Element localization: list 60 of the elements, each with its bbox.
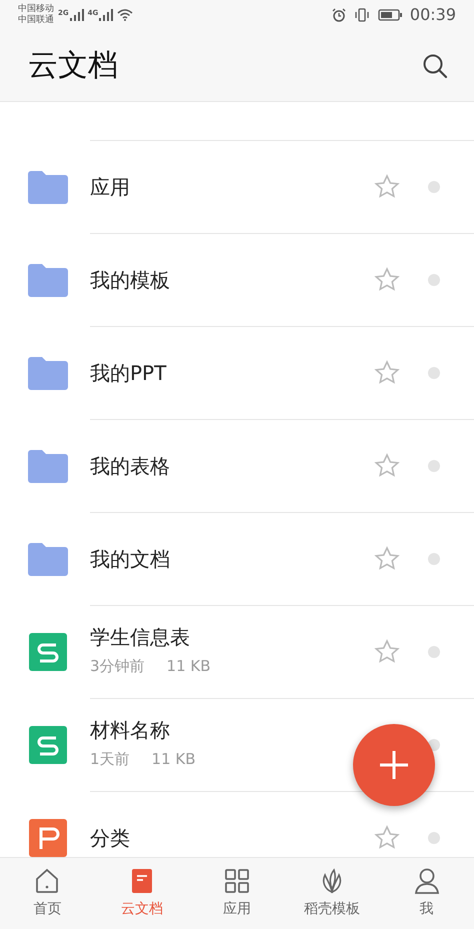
file-row[interactable]: 我的PPT xyxy=(0,326,474,419)
star-icon[interactable] xyxy=(374,824,400,850)
tab-item[interactable]: 首页 xyxy=(0,858,95,929)
star-icon[interactable] xyxy=(374,452,400,478)
more-dot[interactable] xyxy=(428,832,440,844)
star-icon[interactable] xyxy=(374,266,400,292)
tab-item[interactable]: 我 xyxy=(379,858,474,929)
person-icon xyxy=(412,867,441,895)
spreadsheet-icon xyxy=(29,726,67,764)
file-row[interactable]: 我的模板 xyxy=(0,233,474,326)
folder-icon xyxy=(28,542,68,576)
file-name: 我的表格 xyxy=(90,454,171,478)
folder-icon xyxy=(28,262,68,296)
file-name: 分类 xyxy=(90,826,131,850)
file-size: 11 KB xyxy=(166,656,211,678)
file-name: 材料名称 xyxy=(90,718,171,742)
grid-icon xyxy=(222,867,251,895)
star-icon[interactable] xyxy=(374,638,400,664)
star-icon[interactable] xyxy=(374,360,400,386)
search-button[interactable] xyxy=(422,52,448,78)
signal-icon xyxy=(70,9,84,21)
tab-item[interactable]: 稻壳模板 xyxy=(284,858,380,929)
carrier-name: 中国联通 xyxy=(18,15,54,26)
file-time: 1天前 xyxy=(90,749,130,770)
file-name: 学生信息表 xyxy=(90,625,191,650)
file-row[interactable]: 我的表格 xyxy=(0,419,474,512)
file-row[interactable]: 我的文档 xyxy=(0,512,474,605)
more-dot[interactable] xyxy=(428,180,440,192)
folder-icon xyxy=(28,170,68,204)
clock-time: 00:39 xyxy=(410,4,456,26)
file-name: 应用 xyxy=(90,174,131,198)
plus-icon xyxy=(379,750,409,780)
star-icon[interactable] xyxy=(374,546,400,572)
file-row[interactable]: 应用 xyxy=(0,140,474,233)
file-name: 我的文档 xyxy=(90,546,171,570)
more-dot[interactable] xyxy=(428,460,440,472)
spreadsheet-icon xyxy=(29,632,67,670)
more-dot[interactable] xyxy=(428,552,440,564)
signal-icon xyxy=(99,9,114,21)
more-dot[interactable] xyxy=(428,366,440,378)
more-dot[interactable] xyxy=(428,274,440,286)
star-icon[interactable] xyxy=(374,174,400,200)
file-name: 我的模板 xyxy=(90,268,171,292)
page-title: 云文档 xyxy=(28,48,118,84)
add-button[interactable] xyxy=(353,724,435,806)
file-row[interactable]: 分类 xyxy=(0,791,474,857)
file-name: 我的PPT xyxy=(90,360,168,384)
more-dot[interactable] xyxy=(428,646,440,658)
folder-icon xyxy=(28,448,68,482)
battery-icon xyxy=(378,9,402,21)
file-row[interactable]: 学生信息表 3分钟前 11 KB xyxy=(0,605,474,698)
vibrate-icon xyxy=(354,8,370,22)
folder-icon xyxy=(28,356,68,390)
tab-item[interactable]: 应用 xyxy=(190,858,284,929)
alarm-icon xyxy=(332,8,346,22)
file-size: 11 KB xyxy=(152,749,196,770)
carrier-name: 中国移动 xyxy=(18,4,54,14)
file-time: 3分钟前 xyxy=(90,656,145,678)
file-row[interactable]: 材料名称 1天前 11 KB xyxy=(0,698,474,791)
wifi-icon xyxy=(117,9,134,21)
